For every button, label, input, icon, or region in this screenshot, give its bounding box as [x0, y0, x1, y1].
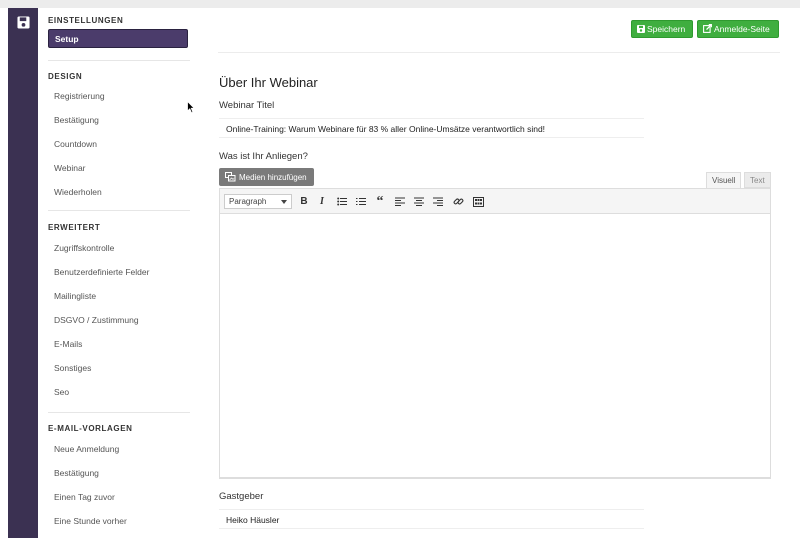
sidebar-item-seo[interactable]: Seo [54, 387, 69, 397]
sidebar-item-dsgvo[interactable]: DSGVO / Zustimmung [54, 315, 139, 325]
numbered-list-icon[interactable] [353, 194, 369, 209]
sidebar-item-webinar[interactable]: Webinar [54, 163, 86, 173]
app-rail [8, 8, 38, 538]
divider [48, 412, 190, 413]
save-button[interactable]: Speichern [631, 20, 693, 38]
sidebar-item-sonstiges[interactable]: Sonstiges [54, 363, 91, 373]
floppy-icon [637, 25, 645, 33]
sidebar-item-bestaetigung[interactable]: Bestätigung [54, 115, 99, 125]
sidebar-item-emails[interactable]: E-Mails [54, 339, 82, 349]
settings-heading: EINSTELLUNGEN [48, 16, 124, 25]
bold-icon[interactable]: B [296, 194, 312, 209]
sidebar-item-countdown[interactable]: Countdown [54, 139, 97, 149]
align-right-icon[interactable] [430, 194, 446, 209]
link-icon[interactable] [450, 194, 466, 209]
host-label: Gastgeber [219, 491, 264, 502]
italic-icon[interactable]: I [314, 194, 330, 209]
sidebar-item-registrierung[interactable]: Registrierung [54, 91, 105, 101]
login-page-button[interactable]: Anmelde-Seite [697, 20, 779, 38]
sidebar-item-bestaetigung-mail[interactable]: Bestätigung [54, 468, 99, 478]
tab-text[interactable]: Text [744, 172, 771, 188]
login-page-button-label: Anmelde-Seite [714, 24, 770, 34]
sidebar-item-benutzerdefinierte-felder[interactable]: Benutzerdefinierte Felder [54, 267, 149, 277]
add-media-button[interactable]: Medien hinzufügen [219, 168, 314, 186]
format-select-value: Paragraph [229, 197, 267, 206]
sidebar-item-zugriffskontrolle[interactable]: Zugriffskontrolle [54, 243, 114, 253]
concern-label: Was ist Ihr Anliegen? [219, 151, 308, 162]
save-icon[interactable] [17, 16, 30, 29]
add-media-label: Medien hinzufügen [239, 173, 307, 182]
header-divider [218, 52, 780, 53]
align-center-icon[interactable] [411, 194, 427, 209]
webinar-title-label: Webinar Titel [219, 100, 275, 111]
media-icon [225, 172, 236, 182]
sidebar-item-eine-stunde-vorher[interactable]: Eine Stunde vorher [54, 516, 127, 526]
sidebar-item-setup[interactable]: Setup [48, 29, 188, 48]
section-heading-erweitert: ERWEITERT [48, 223, 101, 232]
section-heading-design: DESIGN [48, 72, 83, 81]
toolbar-toggle-icon[interactable] [470, 194, 486, 209]
bullet-list-icon[interactable] [334, 194, 350, 209]
divider [48, 210, 190, 211]
rich-text-editor[interactable] [219, 214, 771, 478]
host-input[interactable]: Heiko Häusler [219, 509, 644, 529]
section-heading-email-vorlagen: E-MAIL-VORLAGEN [48, 424, 133, 433]
blockquote-icon[interactable]: “ [372, 194, 388, 209]
sidebar-item-neue-anmeldung[interactable]: Neue Anmeldung [54, 444, 119, 454]
top-strip [0, 0, 800, 8]
settings-sidebar: EINSTELLUNGEN Setup DESIGN Registrierung… [38, 8, 200, 538]
format-select[interactable]: Paragraph [224, 194, 292, 209]
align-left-icon[interactable] [392, 194, 408, 209]
webinar-title-input[interactable]: Online-Training: Warum Webinare für 83 %… [219, 118, 644, 138]
editor-toolbar: Paragraph B I “ [219, 188, 771, 214]
page-title: Über Ihr Webinar [219, 75, 318, 90]
sidebar-item-wiederholen[interactable]: Wiederholen [54, 187, 102, 197]
chevron-down-icon [281, 200, 287, 204]
sidebar-item-mailingliste[interactable]: Mailingliste [54, 291, 96, 301]
save-button-label: Speichern [647, 24, 686, 34]
external-edit-icon [703, 24, 712, 33]
editor-bottom-border [219, 478, 771, 479]
mouse-cursor-icon [187, 101, 195, 114]
sidebar-item-einen-tag-zuvor[interactable]: Einen Tag zuvor [54, 492, 115, 502]
tab-visual[interactable]: Visuell [706, 172, 741, 188]
divider [48, 60, 190, 61]
